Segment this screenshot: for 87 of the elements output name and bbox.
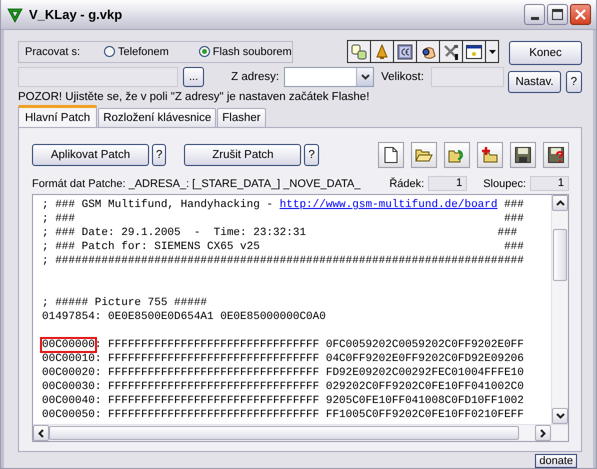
chevron-up-icon bbox=[556, 200, 564, 206]
reload-button[interactable] bbox=[444, 142, 470, 168]
document-icon bbox=[384, 147, 398, 163]
ce-tool-button[interactable] bbox=[394, 41, 417, 62]
window-tool-button[interactable] bbox=[463, 41, 486, 62]
from-address-dropdown[interactable] bbox=[284, 67, 374, 87]
row-label: Řádek: bbox=[389, 178, 424, 190]
hex-data: : FFFFFFFFFFFFFFFFFFFFFFFFFFFFFFFF FF1005C0FF9202C0FE10FF0210FEFF bbox=[94, 409, 524, 421]
horizontal-scrollbar[interactable] bbox=[33, 424, 568, 441]
help-button[interactable]: ? bbox=[304, 144, 319, 166]
open-button[interactable] bbox=[411, 142, 437, 168]
maximize-button[interactable] bbox=[547, 4, 568, 25]
file-path-field[interactable] bbox=[18, 67, 178, 87]
window-icon bbox=[466, 44, 482, 60]
exit-button[interactable]: Konec bbox=[509, 41, 582, 65]
help-button[interactable]: ? bbox=[152, 144, 166, 166]
tab[interactable]: Hlavní Patch bbox=[18, 105, 98, 127]
minimize-icon bbox=[530, 17, 538, 20]
tab[interactable]: Flasher bbox=[217, 108, 266, 127]
folder-plus-icon bbox=[481, 147, 499, 163]
column-label: Sloupec: bbox=[483, 178, 526, 190]
code-line: ; ##### Picture 755 ##### bbox=[42, 296, 208, 310]
browse-button[interactable]: ... bbox=[183, 67, 204, 87]
add-file-button[interactable] bbox=[477, 142, 503, 168]
hex-address: 00C00040 bbox=[42, 395, 95, 407]
window-title: V_KLay - g.vkp bbox=[29, 7, 124, 22]
row-field: 1 bbox=[428, 176, 468, 191]
scroll-thumb[interactable] bbox=[49, 426, 519, 440]
format-label: Formát dat Patche: _ADRESA_: [_STARE_DATA_] _NOVE_DATA_ bbox=[32, 178, 360, 190]
floppy-question-icon bbox=[548, 147, 564, 163]
settings-button[interactable]: Nastav. bbox=[508, 71, 561, 93]
chevron-left-icon bbox=[38, 428, 44, 438]
minimize-button[interactable] bbox=[524, 4, 545, 25]
scroll-thumb[interactable] bbox=[553, 229, 567, 281]
size-label: Velikost: bbox=[381, 71, 424, 83]
close-icon bbox=[575, 9, 586, 20]
radio-option[interactable]: Telefonem bbox=[104, 46, 169, 58]
patch-action-button[interactable]: Aplikovat Patch bbox=[32, 144, 149, 166]
work-mode-label: Pracovat s: bbox=[25, 46, 80, 58]
donate-button[interactable]: donate bbox=[535, 454, 577, 468]
hex-data: : FFFFFFFFFFFFFFFFFFFFFFFFFFFFFFFF FD92E09202C00292FEC01004FFFE10 bbox=[94, 367, 524, 379]
save-button[interactable] bbox=[510, 142, 536, 168]
code-line: 01497854: 0E0E8500E0D654A1 0E0E85000000C0A0 bbox=[42, 310, 327, 324]
maximize-icon bbox=[552, 9, 563, 20]
chevron-down-icon bbox=[360, 74, 370, 80]
code-editor[interactable] bbox=[32, 194, 569, 442]
link[interactable]: http://www.gsm-multifund.de/board bbox=[280, 199, 498, 211]
code-line: ; ### GSM Multifund, Handyhacking - http://www.gsm-multifund.de/board ### bbox=[42, 198, 525, 212]
hex-address: 00C00050 bbox=[42, 409, 95, 421]
toolbar-dropdown-button[interactable] bbox=[486, 41, 498, 62]
hex-address: 00C00030 bbox=[42, 381, 95, 393]
new-file-button[interactable] bbox=[378, 142, 404, 168]
radio-option[interactable]: Flash souborem bbox=[198, 46, 292, 58]
column-field: 1 bbox=[530, 176, 569, 191]
hex-address: 00C00010 bbox=[42, 353, 95, 365]
tab[interactable]: Rozložení klávesnice bbox=[98, 108, 216, 127]
from-address-label: Z adresy: bbox=[231, 71, 280, 83]
ce-mark-icon bbox=[397, 44, 413, 60]
code-line: ; ####################################################################### bbox=[42, 254, 525, 268]
hex-data: : FFFFFFFFFFFFFFFFFFFFFFFFFFFFFFFF 029202C0FF9202C0FE10FF041002C0 bbox=[94, 381, 524, 393]
scroll-right-button[interactable] bbox=[535, 425, 551, 441]
help-button[interactable]: ? bbox=[566, 71, 582, 93]
chevron-right-icon bbox=[540, 428, 546, 438]
caret-down-icon bbox=[488, 50, 496, 54]
hex-data: : FFFFFFFFFFFFFFFFFFFFFFFFFFFFFFFF 04C0FF9202E0FF9202C0FD92E09206 bbox=[94, 353, 524, 365]
code-line: ; ### Date: 29.1.2005 - Time: 23:32:31 ### bbox=[42, 226, 518, 240]
patch-action-button[interactable]: Zrušit Patch bbox=[184, 144, 302, 166]
open-folder-icon bbox=[415, 147, 433, 163]
folder-refresh-icon bbox=[448, 147, 466, 163]
hex-data: : FFFFFFFFFFFFFFFFFFFFFFFFFFFFFFFF 9205C0FE10FF041008C0FD10FF1002 bbox=[94, 395, 524, 407]
vertical-scrollbar[interactable] bbox=[551, 195, 568, 424]
hex-data: : FFFFFFFFFFFFFFFFFFFFFFFFFFFFFFFF 0FC0059202C0059202C0FF9202E0FF bbox=[94, 339, 524, 351]
code-line: ; ### ### bbox=[42, 212, 525, 226]
warning-text: POZOR! Ujistěte se, že v poli "Z adresy" je nastaven začátek Flashe! bbox=[18, 91, 370, 103]
hand-tool-button[interactable] bbox=[417, 41, 440, 62]
hex-address: 00C00000 bbox=[42, 339, 95, 351]
close-button[interactable] bbox=[570, 4, 591, 25]
scroll-down-button[interactable] bbox=[552, 408, 568, 424]
hex-address: 00C00020 bbox=[42, 367, 95, 379]
save-as-button[interactable] bbox=[543, 142, 569, 168]
scroll-up-button[interactable] bbox=[552, 195, 568, 211]
triangle-logo-icon bbox=[7, 6, 23, 22]
code-line: ; ### Patch for: SIEMENS CX65 v25 ### bbox=[42, 240, 525, 254]
letters-icon bbox=[351, 44, 367, 60]
chevron-down-icon bbox=[556, 413, 564, 419]
letters-tool-button[interactable] bbox=[348, 41, 371, 62]
scroll-left-button[interactable] bbox=[33, 425, 49, 441]
